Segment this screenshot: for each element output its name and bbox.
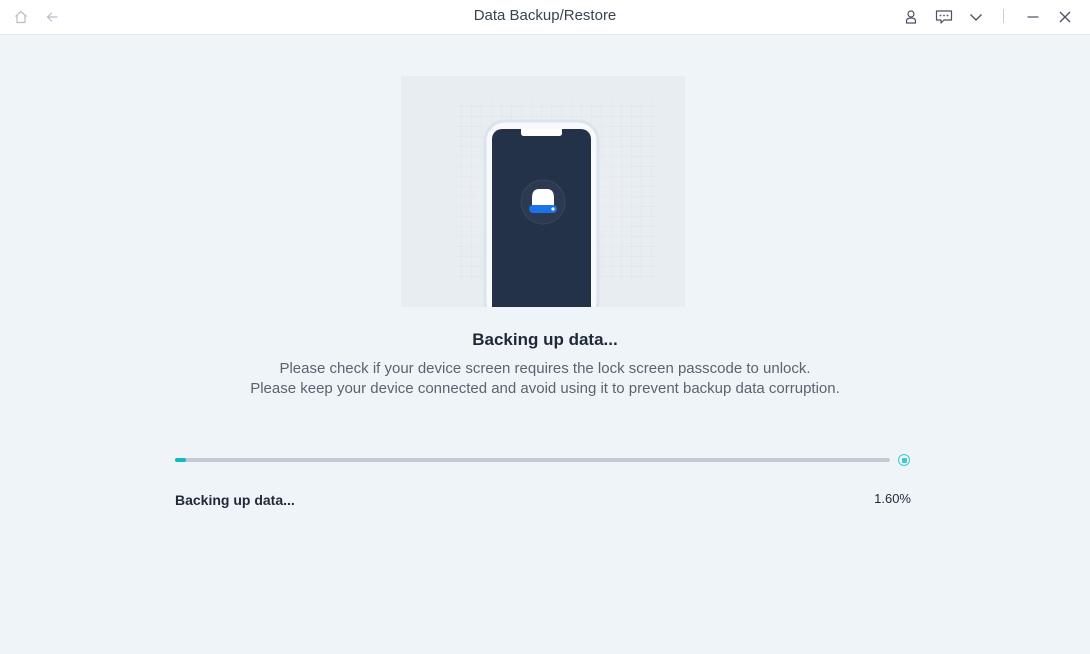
progress-bar	[175, 458, 890, 462]
title-bar: Data Backup/Restore	[0, 0, 1090, 35]
feedback-icon	[935, 10, 953, 24]
menu-dropdown-button[interactable]	[964, 5, 988, 29]
description-line-2: Please keep your device connected and av…	[250, 380, 840, 397]
description-line-1: Please check if your device screen requi…	[279, 360, 811, 377]
chevron-down-icon	[970, 14, 982, 21]
account-button[interactable]	[899, 5, 923, 29]
titlebar-divider	[1003, 9, 1004, 23]
progress-fill	[175, 458, 186, 462]
backup-illustration	[401, 76, 685, 307]
progress-status-label: Backing up data...	[175, 492, 295, 508]
back-arrow-icon	[46, 12, 58, 22]
feedback-button[interactable]	[932, 5, 956, 29]
drive-icon	[520, 179, 566, 225]
user-icon	[905, 10, 917, 24]
back-button[interactable]	[40, 5, 64, 29]
window-title: Data Backup/Restore	[473, 7, 617, 24]
close-icon	[1059, 11, 1071, 23]
minimize-icon	[1027, 16, 1039, 18]
progress-percent: 1.60%	[874, 491, 911, 506]
page-heading: Backing up data...	[472, 330, 618, 349]
home-icon	[15, 10, 27, 24]
app-window: Data Backup/Restore Backing up data... P…	[0, 0, 1090, 654]
minimize-button[interactable]	[1021, 5, 1045, 29]
home-button[interactable]	[9, 5, 33, 29]
close-button[interactable]	[1053, 5, 1077, 29]
progress-end-marker	[898, 454, 910, 466]
